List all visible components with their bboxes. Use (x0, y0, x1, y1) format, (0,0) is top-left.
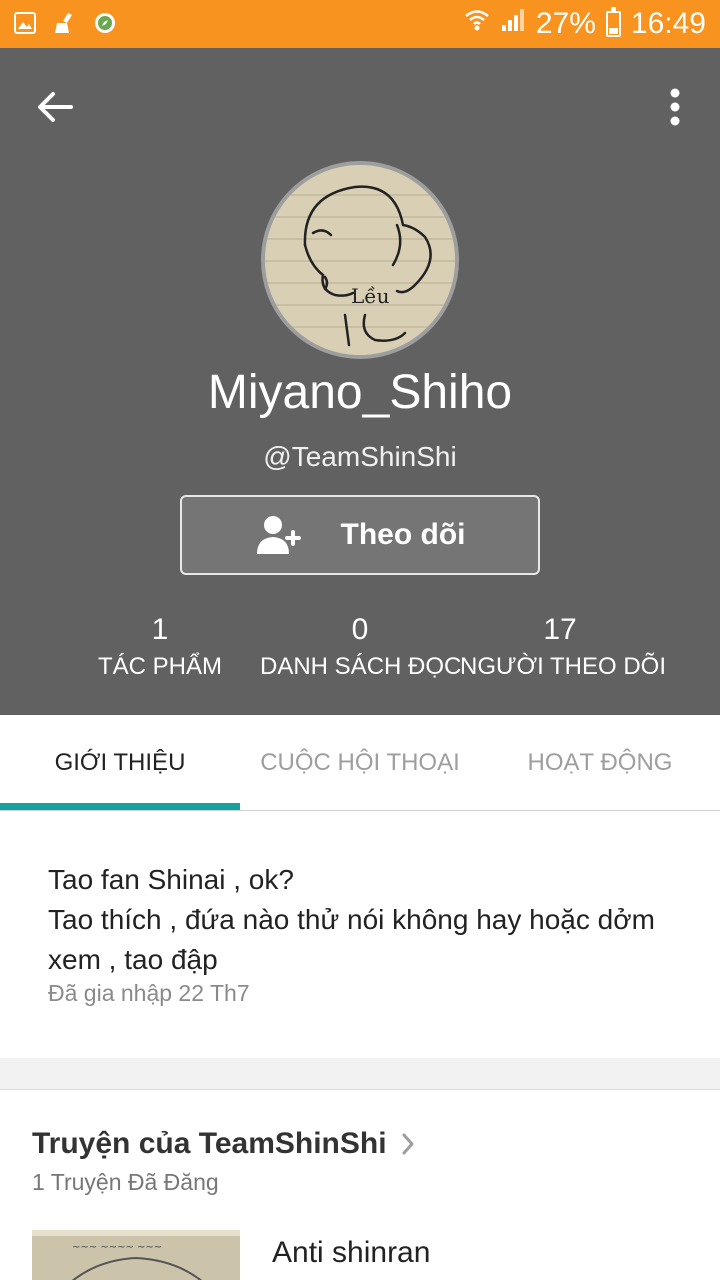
wifi-icon (464, 7, 490, 41)
active-tab-indicator (0, 803, 240, 810)
stat-reading-lists-value: 0 (351, 613, 369, 646)
gallery-icon (12, 10, 38, 36)
compass-icon (92, 10, 118, 36)
stat-followers-value: 17 (543, 613, 577, 646)
more-options-button[interactable] (660, 82, 690, 132)
story-cover-sketch: ~~~ ~~~~ ~~~ (32, 1230, 240, 1280)
system-status: 27% 16:49 (464, 6, 706, 42)
profile-tabs: GIỚI THIỆU CUỘC HỘI THOẠI HOẠT ĐỘNG (0, 715, 720, 811)
svg-text:~~~ ~~~~ ~~~: ~~~ ~~~~ ~~~ (72, 1242, 162, 1253)
profile-header: Lều Miyano_Shiho @TeamShinShi Theo dõi 1… (0, 48, 720, 715)
tab-conversations[interactable]: CUỘC HỘI THOẠI (240, 715, 480, 811)
story-title[interactable]: Anti shinran (272, 1236, 430, 1270)
clock: 16:49 (630, 7, 706, 40)
battery-level (608, 28, 618, 34)
join-date: Đã gia nhập 22 Th7 (48, 980, 250, 1006)
stories-title: Truyện của TeamShinShi (32, 1127, 387, 1160)
bio-line: Tao thích , đứa nào thử nói không hay ho… (48, 904, 655, 975)
signal-icon (500, 7, 526, 41)
chevron-right-icon (402, 1133, 414, 1155)
tab-activity[interactable]: HOẠT ĐỘNG (480, 715, 720, 811)
cleaner-icon (52, 10, 78, 36)
arrow-left-icon (38, 92, 73, 122)
stories-header[interactable]: Truyện của TeamShinShi (32, 1127, 415, 1161)
stories-count: 1 Truyện Đã Đăng (32, 1169, 219, 1195)
bio: Tao fan Shinai , ok? Tao thích , đứa nào… (48, 860, 688, 980)
follow-button[interactable]: Theo dõi (180, 495, 540, 575)
stat-followers[interactable]: 17 NGƯỜI THEO DÕI (460, 611, 666, 685)
stat-reading-lists-label: DANH SÁCH ĐỌC (260, 653, 462, 680)
add-user-icon (256, 516, 301, 554)
status-bar: 27% 16:49 (0, 0, 720, 48)
stories-section: Truyện của TeamShinShi 1 Truyện Đã Đăng … (0, 1091, 720, 1280)
battery-percent: 27% (535, 7, 596, 40)
more-vertical-icon (670, 88, 680, 126)
section-divider (0, 1058, 720, 1090)
username: Miyano_Shiho (207, 366, 513, 419)
user-handle: @TeamShinShi (263, 441, 457, 472)
story-cover-image[interactable]: ~~~ ~~~~ ~~~ (32, 1230, 240, 1280)
tab-about[interactable]: GIỚI THIỆU (0, 715, 240, 811)
about-section: Tao fan Shinai , ok? Tao thích , đứa nào… (0, 812, 720, 1058)
svg-text:Lều: Lều (351, 284, 390, 308)
notification-icons (12, 10, 118, 36)
stat-works-value: 1 (151, 613, 169, 646)
stat-followers-label: NGƯỜI THEO DÕI (460, 653, 666, 680)
follow-label: Theo dõi (340, 518, 466, 551)
battery-icon (605, 7, 621, 37)
back-button[interactable] (30, 82, 80, 132)
avatar[interactable]: Lều (261, 161, 459, 359)
stat-reading-lists[interactable]: 0 DANH SÁCH ĐỌC (260, 611, 462, 685)
avatar-sketch-image: Lều (265, 165, 455, 355)
stat-works[interactable]: 1 TÁC PHẨM (60, 611, 260, 685)
stat-works-label: TÁC PHẨM (97, 653, 222, 680)
bio-line: Tao fan Shinai , ok? (48, 864, 294, 895)
